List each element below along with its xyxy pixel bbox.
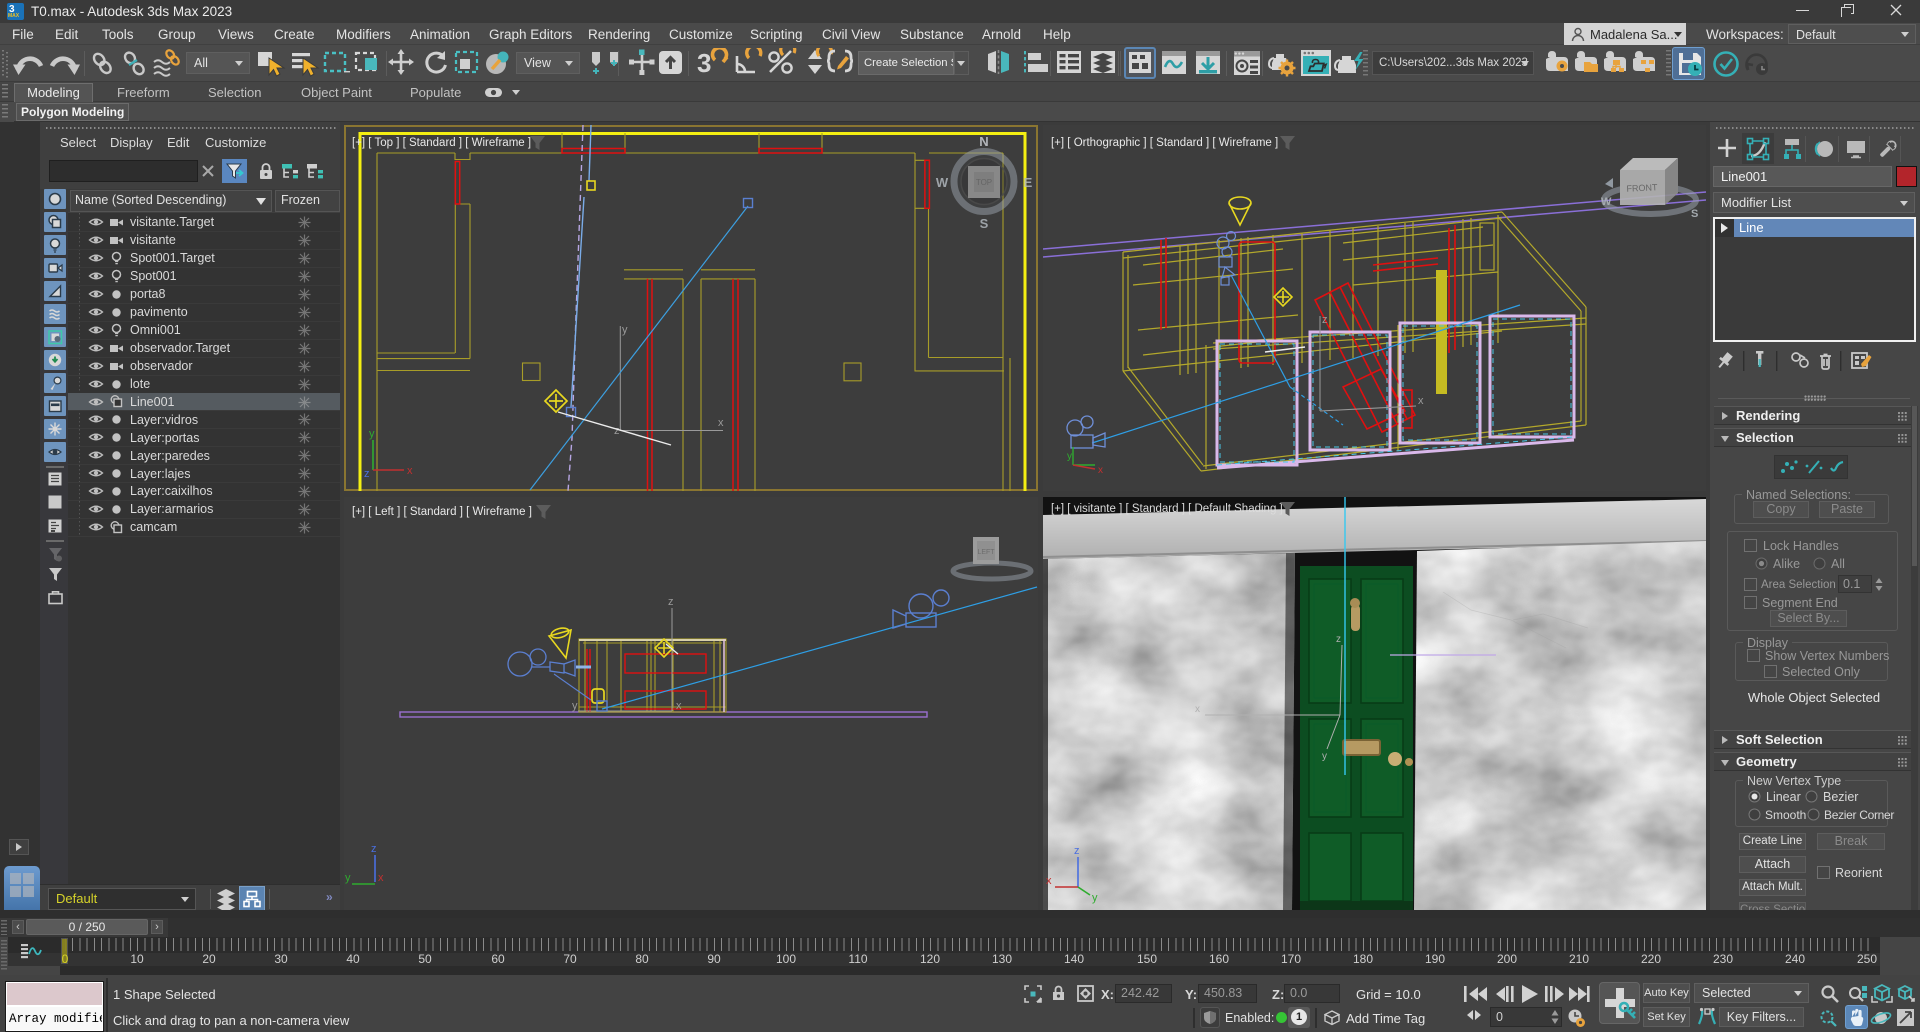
- svg-text:[+] [ Orthographic ] [ Standar: [+] [ Orthographic ] [ Standard ] [ Wire…: [1051, 137, 1278, 149]
- svg-text:z: z: [1336, 634, 1341, 645]
- svg-text:TOP: TOP: [976, 178, 992, 187]
- svg-text:E: E: [1024, 175, 1033, 190]
- svg-text:[+] [ Top ] [ Standard ] [ Wir: [+] [ Top ] [ Standard ] [ Wireframe ]: [352, 137, 531, 149]
- svg-text:[+] [ Left ] [ Standard ] [ Wi: [+] [ Left ] [ Standard ] [ Wireframe ]: [352, 506, 532, 518]
- svg-text:z: z: [1074, 845, 1080, 857]
- svg-text:z: z: [614, 425, 620, 437]
- svg-text:FRONT: FRONT: [1626, 182, 1658, 194]
- svg-text:y: y: [1092, 892, 1098, 904]
- svg-text:y: y: [622, 324, 628, 336]
- svg-text:x: x: [676, 700, 682, 712]
- svg-text:y: y: [1067, 451, 1072, 462]
- svg-text:LEFT: LEFT: [977, 549, 995, 556]
- svg-text:S: S: [980, 216, 989, 231]
- svg-text:x: x: [378, 872, 384, 884]
- svg-text:N: N: [979, 134, 988, 149]
- svg-text:x: x: [407, 465, 413, 477]
- svg-text:z: z: [371, 843, 377, 855]
- svg-text:z: z: [364, 468, 370, 480]
- svg-text:x: x: [1195, 704, 1200, 715]
- svg-text:W: W: [1601, 196, 1612, 208]
- svg-text:z: z: [668, 596, 674, 608]
- svg-text:x: x: [718, 417, 724, 429]
- svg-text:y: y: [369, 428, 375, 440]
- svg-text:y: y: [572, 700, 578, 712]
- svg-text:x: x: [1046, 875, 1052, 887]
- svg-text:y: y: [345, 872, 351, 884]
- svg-text:x: x: [1418, 395, 1424, 407]
- svg-text:S: S: [1691, 208, 1698, 220]
- svg-text:[+] [ visitante ] [ Standard ]: [+] [ visitante ] [ Standard ] [ Default…: [1051, 503, 1283, 515]
- svg-text:z: z: [1322, 314, 1328, 326]
- svg-text:x: x: [1098, 465, 1103, 476]
- svg-text:W: W: [936, 175, 949, 190]
- svg-text:y: y: [1322, 751, 1327, 762]
- svg-text:3: 3: [697, 48, 711, 78]
